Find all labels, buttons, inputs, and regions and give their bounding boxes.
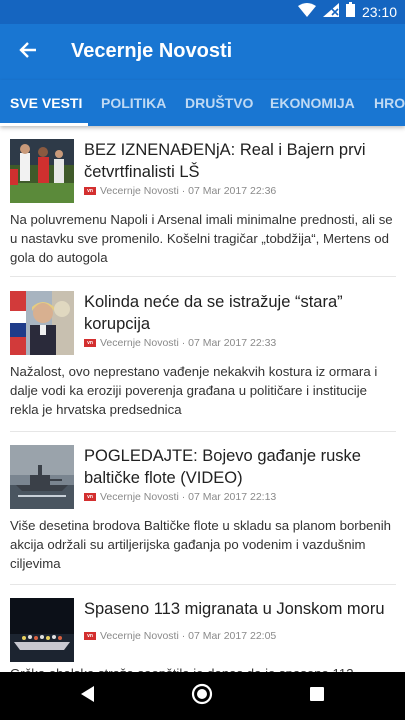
tab-politika[interactable]: POLITIKA xyxy=(101,80,166,126)
article-meta: vn Vecernje Novosti · 07 Mar 2017 22:13 xyxy=(84,490,276,504)
status-icons: 23:10 xyxy=(297,2,397,22)
article-thumbnail xyxy=(10,291,74,355)
divider xyxy=(10,584,396,585)
back-button[interactable] xyxy=(8,32,48,72)
article-title[interactable]: BEZ IZNENAĐENjA: Real i Bajern prvi četv… xyxy=(84,139,396,183)
article-title[interactable]: Kolinda neće da se istražuje “stara” kor… xyxy=(84,291,396,335)
news-list[interactable]: BEZ IZNENAĐENjA: Real i Bajern prvi četv… xyxy=(0,126,405,672)
battery-icon xyxy=(345,2,355,22)
nav-home-button[interactable] xyxy=(182,680,222,712)
article-meta: vn Vecernje Novosti · 07 Mar 2017 22:33 xyxy=(84,336,276,350)
recents-square-icon xyxy=(310,686,324,706)
back-triangle-icon xyxy=(81,685,95,707)
article-summary: Grčka obalska straža saopštila je danas … xyxy=(10,664,398,672)
article-thumbnail xyxy=(10,445,74,509)
article-title[interactable]: POGLEDAJTE: Bojevo gađanje ruske baltičk… xyxy=(84,445,396,489)
back-arrow-icon xyxy=(19,41,37,64)
status-bar: 23:10 xyxy=(0,0,405,24)
app-title: Vecernje Novosti xyxy=(71,40,233,62)
divider xyxy=(10,431,396,432)
signal-icon xyxy=(322,2,339,22)
article-meta: vn Vecernje Novosti · 07 Mar 2017 22:36 xyxy=(84,184,276,198)
article-summary: Više desetina brodova Baltičke flote u s… xyxy=(10,518,391,571)
app-bar: Vecernje Novosti xyxy=(0,24,405,80)
article-source: Vecernje Novosti · 07 Mar 2017 22:33 xyxy=(100,337,277,349)
article-thumbnail xyxy=(10,598,74,662)
article-title[interactable]: Spaseno 113 migranata u Jonskom moru xyxy=(84,598,396,620)
status-time: 23:10 xyxy=(361,4,397,20)
tab-ekonomija[interactable]: EKONOMIJA xyxy=(270,80,355,126)
article-source: Vecernje Novosti · 07 Mar 2017 22:36 xyxy=(100,185,277,197)
category-tabs: SVE VESTI POLITIKA DRUŠTVO EKONOMIJA HRO xyxy=(0,80,405,126)
article-source: Vecernje Novosti · 07 Mar 2017 22:05 xyxy=(100,630,277,642)
tab-indicator xyxy=(0,123,88,126)
source-logo-icon: vn xyxy=(84,339,96,347)
tab-sve-vesti[interactable]: SVE VESTI xyxy=(10,80,82,126)
source-logo-icon: vn xyxy=(84,187,96,195)
nav-recents-button[interactable] xyxy=(297,680,337,712)
article-thumbnail xyxy=(10,139,74,203)
system-nav-bar xyxy=(0,672,405,720)
source-logo-icon: vn xyxy=(84,493,96,501)
wifi-icon xyxy=(297,2,316,22)
article-meta: vn Vecernje Novosti · 07 Mar 2017 22:05 xyxy=(84,629,276,643)
tab-drustvo[interactable]: DRUŠTVO xyxy=(185,80,253,126)
divider xyxy=(10,276,396,277)
article-summary: Nažalost, ovo nepresta­no vađenje nekakv… xyxy=(10,364,378,417)
tab-hro[interactable]: HRO xyxy=(374,80,405,126)
article-summary: Na poluvremenu Napoli i Arsenal imali mi… xyxy=(10,212,393,265)
source-logo-icon: vn xyxy=(84,632,96,640)
article-source: Vecernje Novosti · 07 Mar 2017 22:13 xyxy=(100,491,277,503)
home-circle-icon xyxy=(191,683,213,710)
nav-back-button[interactable] xyxy=(68,680,108,712)
